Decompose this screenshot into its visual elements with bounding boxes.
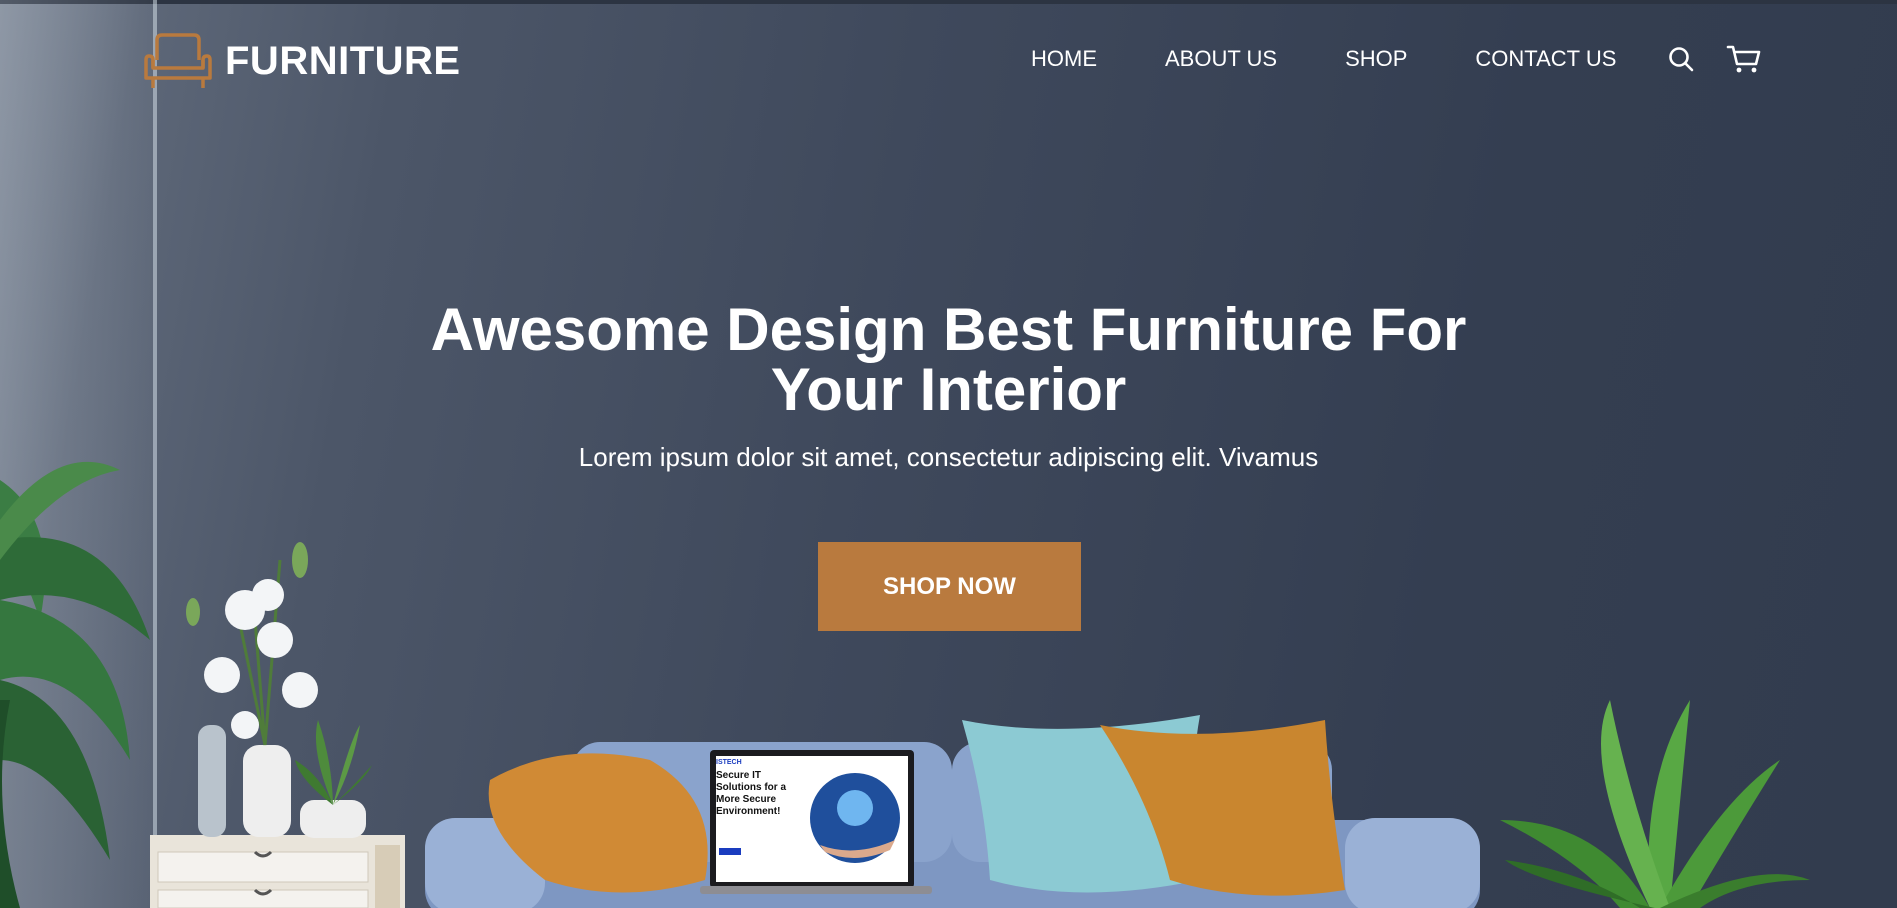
nav-home[interactable]: HOME xyxy=(1031,46,1097,72)
search-icon[interactable] xyxy=(1666,44,1696,74)
nav-about-us[interactable]: ABOUT US xyxy=(1165,46,1277,72)
hero-title: Awesome Design Best Furniture For Your I… xyxy=(430,296,1467,423)
nav-shop[interactable]: SHOP xyxy=(1345,46,1407,72)
palm-plant-left xyxy=(0,461,150,908)
flower-vase xyxy=(186,542,318,837)
brand-name: FURNITURE xyxy=(225,38,461,83)
nav-contact-us[interactable]: CONTACT US xyxy=(1475,46,1616,72)
laptop-screen-headline: Secure IT Solutions for a More Secure En… xyxy=(716,770,786,817)
main-nav: HOME ABOUT US SHOP CONTACT US xyxy=(1031,46,1616,72)
sofa-icon xyxy=(144,33,212,88)
brand-logo[interactable]: FURNITURE xyxy=(143,32,461,90)
site-header: FURNITURE HOME ABOUT US SHOP CONTACT US xyxy=(0,0,1897,120)
shop-now-button[interactable]: SHOP NOW xyxy=(818,542,1081,631)
laptop-screen-brand: ISTECH xyxy=(716,759,742,766)
leafy-plant-right xyxy=(1500,700,1810,908)
hero-subtitle: Lorem ipsum dolor sit amet, consectetur … xyxy=(578,442,1319,472)
side-table xyxy=(150,835,405,908)
cart-icon[interactable] xyxy=(1726,44,1762,74)
succulent-plant xyxy=(295,720,372,838)
hero-section: Awesome Design Best Furniture For Your I… xyxy=(0,296,1897,631)
